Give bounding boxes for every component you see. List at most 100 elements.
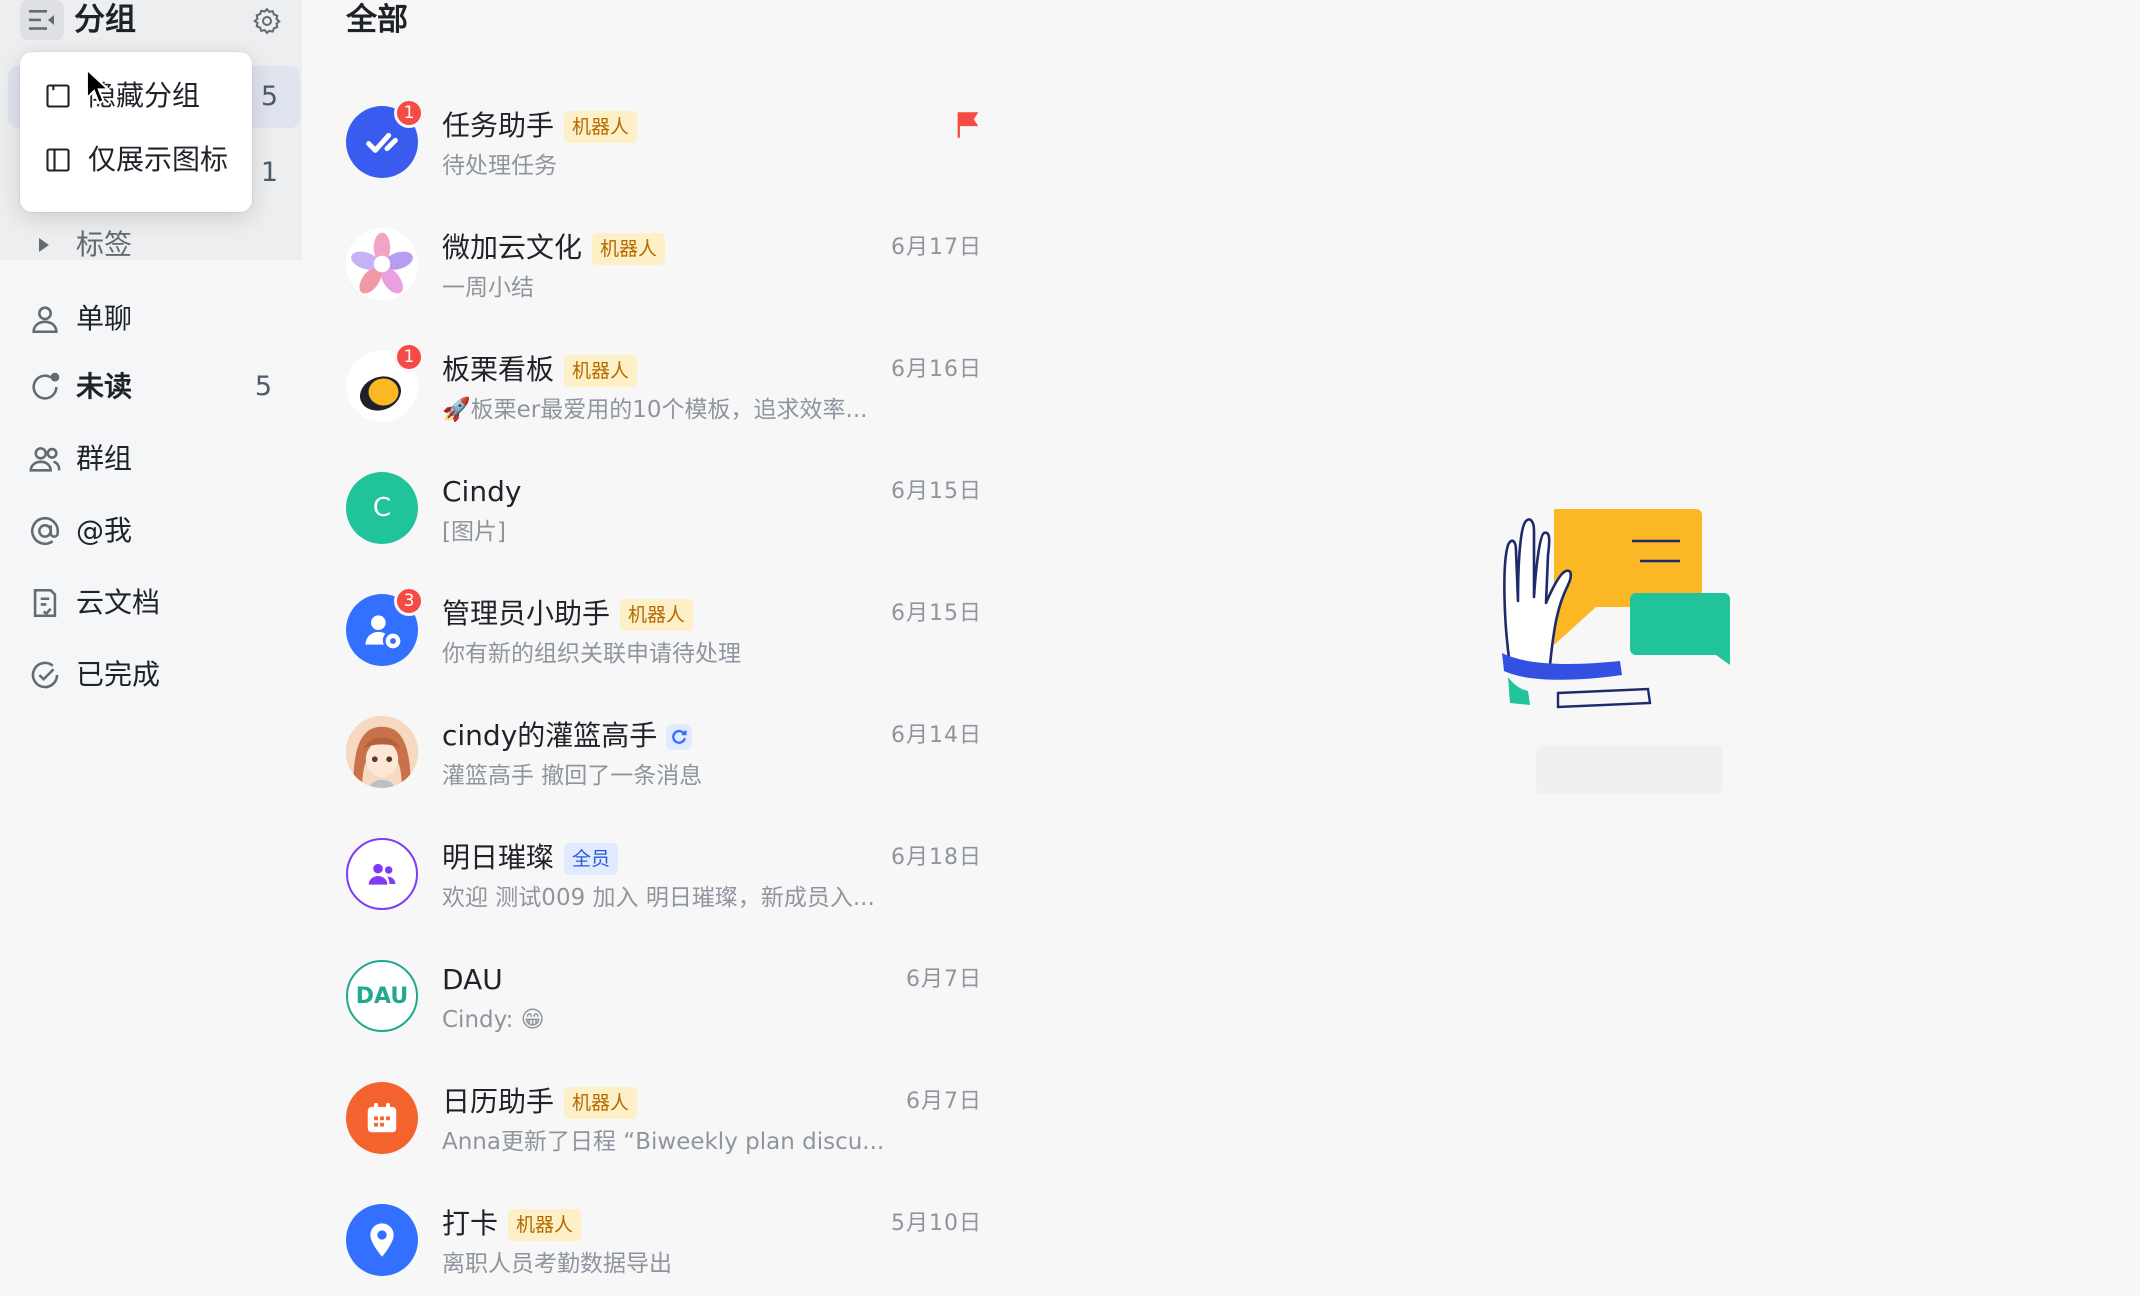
conversation-name: 微加云文化 [442,231,583,264]
task-check-icon [366,132,398,153]
tag-section-label: 标签 [76,228,133,261]
conversation-name: cindy的灌篮高手 [442,719,658,752]
conversation-name-row: 管理员小助手 机器人 [442,594,694,634]
nav-item-label: 已完成 [76,658,161,691]
conversation-preview: Anna更新了日程 “Biweekly plan discu... [442,1129,885,1155]
nav-item-mentions[interactable]: @我 [8,500,294,562]
calendar-avatar [346,1082,418,1154]
conversation-item[interactable]: 3 管理员小助手 机器人 你有新的组织关联申请待处理 6月15日 [330,572,1000,694]
group-count: 1 [260,157,278,188]
nav-item-done[interactable]: 已完成 [8,644,294,706]
bot-tag: 机器人 [620,599,694,631]
tag-section[interactable]: 标签 [0,222,302,268]
all-members-tag: 全员 [564,843,619,875]
conversation-time: 6月17日 [891,235,982,260]
nav-item-groups[interactable]: 群组 [8,428,294,490]
conversation-preview: [图片] [442,519,506,545]
list-title: 全部 [346,2,408,38]
task-assistant-avatar: 1 [346,98,424,178]
group-count: 5 [260,81,278,112]
conversation-preview: 灌篮高手 撤回了一条消息 [442,763,703,789]
conversation-time: 6月15日 [891,479,982,504]
nav-item-label: 群组 [76,442,133,475]
conversation-name-row: 任务助手 机器人 [442,106,638,146]
conversation-name-row: cindy的灌篮高手 [442,716,693,756]
conversation-preview: 离职人员考勤数据导出 [442,1251,672,1277]
unread-badge: 3 [394,586,424,616]
conversation-time: 6月15日 [891,601,982,626]
red-flag-icon[interactable] [954,110,982,140]
unread-count: 5 [254,371,272,402]
conversation-item[interactable]: DAU DAU Cindy: 😁 6月7日 [330,938,1000,1060]
bot-tag: 机器人 [564,355,638,387]
hide-panel-icon [46,84,70,108]
nav-item-label: 云文档 [76,586,161,619]
nav-item-docs[interactable]: 云文档 [8,572,294,634]
mouse-cursor-icon [85,68,111,105]
conversation-time: 5月10日 [891,1211,982,1236]
conversation-name-row: 板栗看板 机器人 [442,350,638,390]
at-icon [31,516,60,546]
person-icon [32,306,58,334]
conversation-list: 1 任务助手 机器人 待处理任务 微加云文化 机器人 一周小结 6月17日 1 … [330,84,1000,1296]
conversation-name: 明日璀璨 [442,841,555,874]
flower-logo-icon [351,232,413,294]
conversation-time: 6月16日 [891,357,982,382]
conversation-preview: 🚀板栗er最爱用的10个模板，追求效率... [442,397,868,423]
admin-gear-icon [365,615,401,649]
conversation-item[interactable]: C Cindy [图片] 6月15日 [330,450,1000,572]
conversation-item[interactable]: 微加云文化 机器人 一周小结 6月17日 [330,206,1000,328]
conversation-name-row: 明日璀璨 全员 [442,838,619,878]
nav-item-single-chat[interactable]: 单聊 [8,288,294,350]
conversation-name: 管理员小助手 [442,597,611,630]
doc-icon [33,588,57,618]
anime-girl-picture [346,716,418,788]
collapse-menu-icon [29,10,54,30]
conversation-preview: 欢迎 测试009 加入 明日璀璨，新成员入... [442,885,875,911]
group-icon [29,447,61,472]
caret-right-icon [39,238,49,252]
conversation-name: Cindy [442,475,522,508]
conversation-time: 6月7日 [906,967,982,992]
nav-item-label: 单聊 [76,302,133,335]
sidebar-title: 分组 [74,2,136,38]
conversation-item[interactable]: 1 任务助手 机器人 待处理任务 [330,84,1000,206]
group-avatar [346,838,418,910]
conversation-preview: 你有新的组织关联申请待处理 [442,641,741,667]
done-icon [31,661,59,689]
conversation-name: DAU [442,963,503,996]
location-pin-icon [370,1223,394,1257]
conversation-name-row: 日历助手 机器人 [442,1082,638,1122]
conversation-name-row: 微加云文化 机器人 [442,228,666,268]
settings-button[interactable] [248,2,286,40]
menu-item-icons-only[interactable]: 仅展示图标 [20,128,252,192]
group-menu-button[interactable] [20,0,64,40]
conversation-item[interactable]: cindy的灌篮高手 灌篮高手 撤回了一条消息 6月14日 [330,694,1000,816]
avatar-letter: C [372,493,392,523]
conversation-name: 任务助手 [442,109,555,142]
nav-item-unread[interactable]: 未读 5 [8,356,294,418]
conversation-item[interactable]: 打卡 机器人 离职人员考勤数据导出 5月10日 [330,1182,1000,1296]
conversation-time: 6月7日 [906,1089,982,1114]
conversation-preview: Cindy: 😁 [442,1007,545,1033]
conversation-name-row: Cindy [442,472,521,512]
conversation-item[interactable]: 明日璀璨 全员 欢迎 测试009 加入 明日璀璨，新成员入... 6月18日 [330,816,1000,938]
group-options-menu: 隐藏分组 仅展示图标 [20,52,252,212]
chestnut-avatar: 1 [346,342,424,422]
bot-tag: 机器人 [592,233,666,265]
icon-only-icon [46,148,70,172]
conversation-name: 日历助手 [442,1085,555,1118]
dau-avatar: DAU [346,960,418,1032]
conversation-name: 板栗看板 [442,353,555,386]
menu-item-hide-groups[interactable]: 隐藏分组 [20,64,252,128]
unread-icon [32,372,60,400]
bot-tag: 机器人 [508,1209,582,1241]
gear-icon [253,7,281,35]
menu-item-label: 仅展示图标 [88,143,229,176]
conversation-name: 打卡 [442,1207,499,1240]
chat-empty-illustration [1502,509,1730,709]
conversation-item[interactable]: 1 板栗看板 机器人 🚀板栗er最爱用的10个模板，追求效率... 6月16日 [330,328,1000,450]
conversation-item[interactable]: 日历助手 机器人 Anna更新了日程 “Biweekly plan discu..… [330,1060,1000,1182]
group-members-icon [368,863,396,885]
checkin-avatar [346,1204,418,1276]
